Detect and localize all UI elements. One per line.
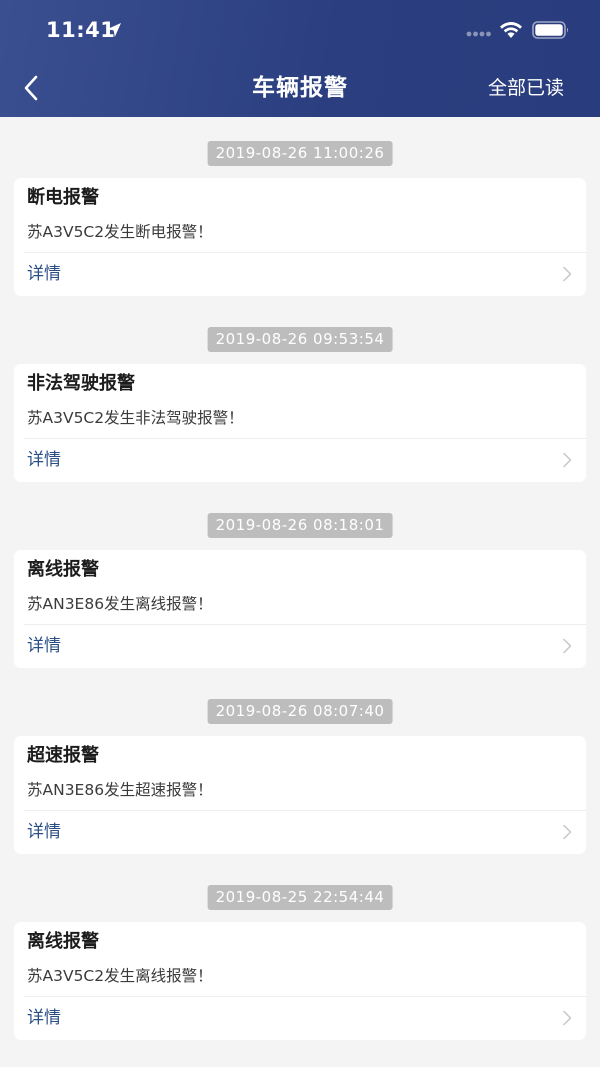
chevron-right-icon: [563, 452, 572, 468]
alarm-group: 2019-08-26 08:07:40 超速报警 苏AN3E86发生超速报警！ …: [0, 675, 600, 861]
alarm-message: 苏AN3E86发生离线报警！: [27, 595, 213, 613]
alarm-detail-button[interactable]: 详情: [14, 811, 586, 854]
alarm-title: 断电报警: [27, 187, 99, 208]
alarm-message: 苏A3V5C2发生非法驾驶报警！: [27, 409, 244, 427]
alarm-detail-label: 详情: [27, 636, 61, 656]
alarm-detail-button[interactable]: 详情: [14, 439, 586, 482]
chevron-right-icon: [563, 1010, 572, 1026]
alarm-group: 2019-08-26 08:18:01 离线报警 苏AN3E86发生离线报警！ …: [0, 489, 600, 675]
alarm-message: 苏AN3E86发生超速报警！: [27, 781, 213, 799]
nav-bar: 车辆报警 全部已读: [0, 60, 600, 117]
alarm-title: 离线报警: [27, 931, 99, 952]
battery-icon: [532, 21, 569, 39]
alarm-message: 苏A3V5C2发生断电报警！: [27, 223, 213, 241]
alarm-time-badge: 2019-08-26 08:18:01: [207, 513, 393, 538]
signal-dots-icon: [466, 31, 491, 37]
alarm-title: 超速报警: [27, 745, 99, 766]
alarm-card: 非法驾驶报警 苏A3V5C2发生非法驾驶报警！ 详情: [14, 364, 586, 482]
alarm-title: 非法驾驶报警: [27, 373, 135, 394]
chevron-right-icon: [563, 266, 572, 282]
status-bar: 11:41: [0, 0, 600, 60]
alarm-time-badge: 2019-08-26 08:07:40: [207, 699, 393, 724]
alarm-detail-button[interactable]: 详情: [14, 253, 586, 296]
alarm-group: 2019-08-26 09:53:54 非法驾驶报警 苏A3V5C2发生非法驾驶…: [0, 303, 600, 489]
chevron-left-icon: [24, 75, 38, 101]
location-arrow-icon: [107, 23, 121, 37]
alarm-card: 离线报警 苏A3V5C2发生离线报警！ 详情: [14, 922, 586, 1040]
back-button[interactable]: [14, 70, 48, 106]
alarm-detail-label: 详情: [27, 822, 61, 842]
alarm-detail-label: 详情: [27, 264, 61, 284]
alarm-detail-button[interactable]: 详情: [14, 625, 586, 668]
app-header: 11:41 车辆报警 全部已读: [0, 0, 600, 117]
mark-all-read-button[interactable]: 全部已读: [488, 74, 564, 102]
alarm-time-badge: 2019-08-26 09:53:54: [207, 327, 393, 352]
alarm-time-badge: 2019-08-26 11:00:26: [207, 141, 393, 166]
alarm-detail-button[interactable]: 详情: [14, 997, 586, 1040]
alarm-card: 超速报警 苏AN3E86发生超速报警！ 详情: [14, 736, 586, 854]
alarm-group: 2019-08-26 11:00:26 断电报警 苏A3V5C2发生断电报警！ …: [0, 117, 600, 303]
alarm-card: 断电报警 苏A3V5C2发生断电报警！ 详情: [14, 178, 586, 296]
page-title: 车辆报警: [252, 75, 348, 101]
alarm-title: 离线报警: [27, 559, 99, 580]
chevron-right-icon: [563, 824, 572, 840]
chevron-right-icon: [563, 638, 572, 654]
alarm-list: 2019-08-26 11:00:26 断电报警 苏A3V5C2发生断电报警！ …: [0, 117, 600, 1047]
wifi-icon: [500, 22, 522, 38]
alarm-detail-label: 详情: [27, 450, 61, 470]
alarm-card: 离线报警 苏AN3E86发生离线报警！ 详情: [14, 550, 586, 668]
alarm-time-badge: 2019-08-25 22:54:44: [207, 885, 393, 910]
alarm-group: 2019-08-25 22:54:44 离线报警 苏A3V5C2发生离线报警！ …: [0, 861, 600, 1047]
alarm-message: 苏A3V5C2发生离线报警！: [27, 967, 213, 985]
alarm-detail-label: 详情: [27, 1008, 61, 1028]
